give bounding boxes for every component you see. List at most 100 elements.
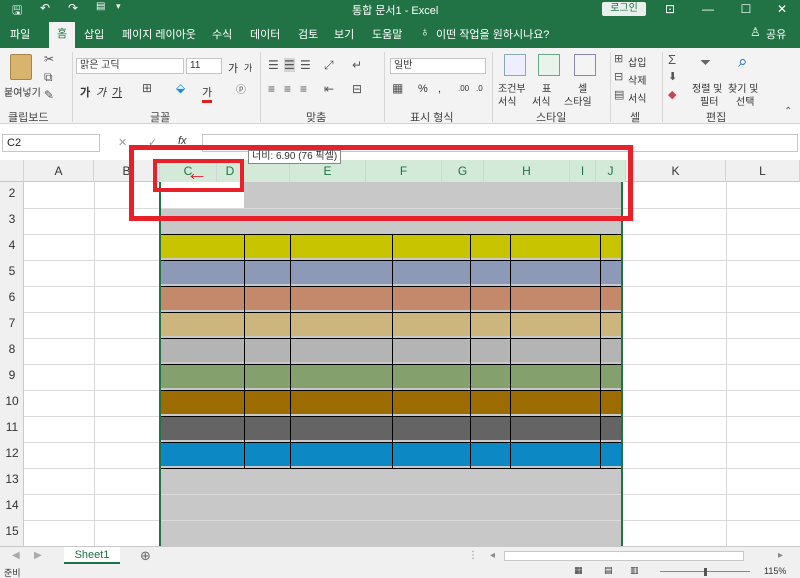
select-all-corner[interactable] — [0, 160, 24, 182]
horizontal-scrollbar[interactable] — [504, 551, 744, 561]
column-header-l[interactable]: L — [726, 160, 800, 182]
tab-view[interactable]: 보기 — [334, 26, 354, 42]
paste-icon[interactable] — [10, 54, 32, 80]
name-box[interactable]: C2 — [2, 134, 100, 152]
tab-home[interactable]: 홈 — [49, 22, 75, 48]
tab-file[interactable]: 파일 — [10, 26, 30, 42]
format-cells-icon[interactable]: ▤ — [614, 88, 624, 101]
sort-filter-button-line2[interactable]: 필터 — [700, 93, 718, 108]
column-header-a[interactable]: A — [24, 160, 94, 182]
page-layout-view-icon[interactable]: ▤ — [604, 565, 613, 576]
restore-button[interactable]: ☐ — [734, 0, 758, 18]
orientation-icon[interactable]: ⤢ — [324, 58, 334, 73]
row-header[interactable]: 8 — [0, 342, 24, 356]
tab-help[interactable]: 도움말 — [372, 26, 402, 42]
italic-button[interactable]: 가 — [96, 84, 106, 100]
row-header[interactable]: 6 — [0, 290, 24, 304]
colored-row-band[interactable] — [160, 312, 622, 336]
normal-view-icon[interactable]: ▦ — [574, 565, 583, 576]
print-preview-icon[interactable]: ▤ — [96, 1, 105, 12]
format-table-button-line2[interactable]: 서식 — [532, 93, 550, 108]
accounting-format-icon[interactable]: ▦ — [392, 81, 403, 95]
fill-icon[interactable]: ⬇ — [668, 70, 677, 83]
colored-row-band[interactable] — [160, 234, 622, 258]
login-button[interactable]: 로그인 — [602, 2, 646, 16]
percent-button[interactable]: % — [418, 83, 428, 95]
redo-icon[interactable]: ↷ — [68, 1, 78, 15]
tab-review[interactable]: 검토 — [298, 26, 318, 42]
row-header[interactable]: 15 — [0, 524, 24, 538]
tab-formulas[interactable]: 수식 — [212, 26, 232, 42]
scroll-tabs-left-icon[interactable]: ◀ — [12, 550, 20, 561]
insert-cells-icon[interactable]: ⊞ — [614, 52, 623, 65]
find-select-button-line2[interactable]: 선택 — [736, 93, 754, 108]
align-middle-icon[interactable]: ☰ — [284, 58, 295, 72]
sheet-tab-sheet1[interactable]: Sheet1 — [64, 547, 120, 564]
row-header[interactable]: 11 — [0, 420, 24, 434]
conditional-format-button-line2[interactable]: 서식 — [498, 93, 516, 108]
cell-styles-button-line2[interactable]: 스타일 — [564, 93, 592, 108]
undo-icon[interactable]: ↶ — [40, 1, 50, 15]
cut-icon[interactable]: ✂ — [44, 52, 54, 66]
splitter-icon[interactable]: ⋮ — [468, 550, 478, 561]
comma-button[interactable]: , — [438, 83, 441, 95]
paste-button[interactable]: 붙여넣기 — [4, 84, 41, 99]
delete-cells-button[interactable]: 삭제 — [628, 72, 646, 87]
colored-row-band[interactable] — [160, 390, 622, 414]
tab-page-layout[interactable]: 페이지 레이아웃 — [122, 26, 196, 42]
row-header[interactable]: 5 — [0, 264, 24, 278]
font-size-combo[interactable]: 11 — [186, 58, 222, 74]
autosum-icon[interactable]: Σ — [668, 52, 676, 67]
scroll-tabs-right-icon[interactable]: ▶ — [34, 550, 42, 561]
conditional-format-icon[interactable] — [504, 54, 526, 76]
borders-icon[interactable]: ⊞ — [142, 81, 152, 95]
insert-cells-button[interactable]: 삽입 — [628, 54, 646, 69]
bold-button[interactable]: 가 — [80, 84, 90, 100]
format-cells-button[interactable]: 서식 — [628, 90, 646, 105]
colored-row-band[interactable] — [160, 364, 622, 388]
align-center-icon[interactable]: ≡ — [284, 82, 291, 96]
fill-color-icon[interactable]: ⬙ — [176, 81, 185, 95]
scroll-left-icon[interactable]: ◂ — [490, 550, 495, 561]
indent-icon[interactable]: ⇤ — [324, 82, 334, 96]
clear-icon[interactable]: ◆ — [668, 88, 676, 101]
column-header-k[interactable]: K — [626, 160, 726, 182]
merge-center-icon[interactable]: ⊟ — [352, 82, 362, 96]
font-name-combo[interactable]: 맑은 고딕 — [76, 58, 184, 74]
add-sheet-icon[interactable]: ⊕ — [140, 548, 151, 564]
row-header[interactable]: 13 — [0, 472, 24, 486]
colored-row-band[interactable] — [160, 442, 622, 466]
phonetic-icon[interactable]: ⓟ — [236, 81, 246, 96]
row-header[interactable]: 2 — [0, 186, 24, 200]
grow-font-button[interactable]: 가 — [228, 60, 238, 76]
row-header[interactable]: 9 — [0, 368, 24, 382]
align-left-icon[interactable]: ≡ — [268, 82, 275, 96]
shrink-font-button[interactable]: 가 — [244, 61, 252, 74]
tell-me-search[interactable]: 이떤 작업을 원하시나요? — [436, 26, 549, 42]
colored-row-band[interactable] — [160, 286, 622, 310]
underline-button[interactable]: 가 — [112, 84, 122, 100]
decrease-decimal-button[interactable]: .0 — [476, 84, 483, 93]
number-format-combo[interactable]: 일반 — [390, 58, 486, 74]
sort-filter-icon[interactable]: ⏷ — [700, 54, 711, 71]
close-button[interactable]: ✕ — [770, 0, 794, 18]
colored-row-band[interactable] — [160, 416, 622, 440]
minimize-button[interactable]: — — [696, 0, 720, 18]
delete-cells-icon[interactable]: ⊟ — [614, 70, 623, 83]
share-button[interactable]: 공유 — [766, 26, 786, 42]
find-select-icon[interactable]: ⌕ — [738, 52, 748, 72]
row-header[interactable]: 14 — [0, 498, 24, 512]
row-header[interactable]: 3 — [0, 212, 24, 226]
tab-insert[interactable]: 삽입 — [84, 26, 104, 42]
align-top-icon[interactable]: ☰ — [268, 58, 279, 72]
row-header[interactable]: 12 — [0, 446, 24, 460]
colored-row-band[interactable] — [160, 338, 622, 362]
font-color-button[interactable]: 가 — [202, 84, 213, 103]
zoom-level[interactable]: 115% — [764, 566, 786, 576]
collapse-ribbon-icon[interactable]: ⌃ — [784, 106, 792, 117]
increase-decimal-button[interactable]: .00 — [458, 84, 469, 93]
scroll-right-icon[interactable]: ▸ — [778, 550, 783, 561]
tab-data[interactable]: 데이터 — [250, 26, 280, 42]
format-table-icon[interactable] — [538, 54, 560, 76]
align-bottom-icon[interactable]: ☰ — [300, 58, 311, 72]
